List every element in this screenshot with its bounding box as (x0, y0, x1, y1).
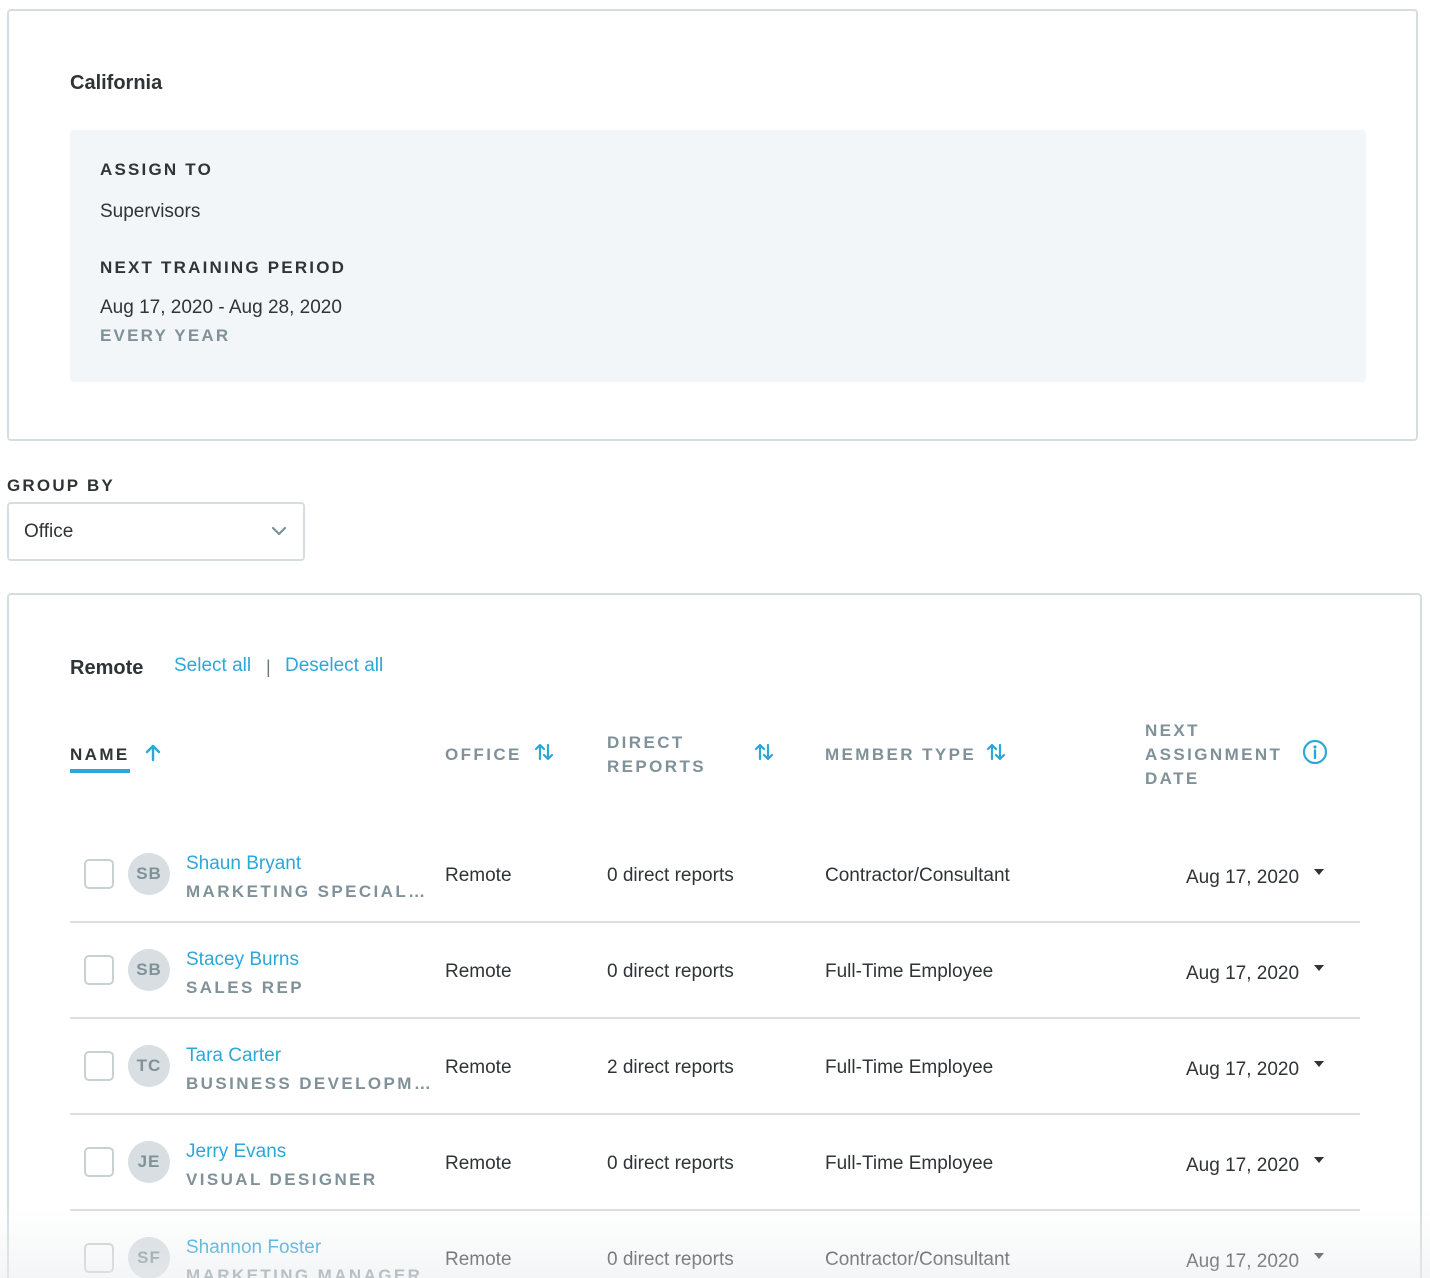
training-period-label: NEXT TRAINING PERIOD (100, 258, 347, 277)
column-header-member-type[interactable]: MEMBER TYPE (825, 743, 976, 767)
column-header-office[interactable]: OFFICE (445, 743, 522, 767)
office-cell: Remote (445, 1057, 512, 1078)
column-header-next-assignment-date: NEXT ASSIGNMENT DATE (1145, 721, 1283, 788)
member-name-link[interactable]: Tara Carter (186, 1045, 281, 1067)
policy-title: California (70, 72, 163, 94)
avatar: SB (128, 949, 170, 991)
link-separator: | (266, 657, 271, 677)
direct-reports-cell: 0 direct reports (607, 1249, 734, 1270)
office-cell: Remote (445, 1249, 512, 1270)
member-type-cell: Full-Time Employee (825, 1057, 994, 1078)
row-checkbox[interactable] (84, 1147, 114, 1177)
caret-down-icon[interactable] (1312, 961, 1326, 975)
table-row: SF Shannon Foster MARKETING MANAGER Remo… (70, 1211, 1360, 1278)
group-by-select[interactable]: Office (7, 502, 305, 561)
member-name-link[interactable]: Jerry Evans (186, 1141, 286, 1163)
select-all-link[interactable]: Select all (174, 655, 251, 677)
office-cell: Remote (445, 1153, 512, 1174)
office-cell: Remote (445, 961, 512, 982)
avatar: JE (128, 1141, 170, 1183)
training-period-value: Aug 17, 2020 - Aug 28, 2020 (100, 297, 342, 318)
member-role: SALES REP (186, 978, 304, 997)
sort-arrows-icon[interactable] (533, 741, 555, 763)
member-type-cell: Full-Time Employee (825, 961, 994, 982)
caret-down-icon[interactable] (1312, 865, 1326, 879)
caret-down-icon[interactable] (1312, 1249, 1326, 1263)
table-row: JE Jerry Evans VISUAL DESIGNER Remote 0 … (70, 1115, 1360, 1211)
member-role: BUSINESS DEVELOPMENT (186, 1074, 431, 1093)
office-cell: Remote (445, 865, 512, 886)
row-checkbox[interactable] (84, 1051, 114, 1081)
avatar: SB (128, 853, 170, 895)
group-by-label: GROUP BY (7, 476, 115, 495)
member-name-link[interactable]: Shaun Bryant (186, 853, 301, 875)
member-name-link[interactable]: Shannon Foster (186, 1237, 321, 1259)
group-by-value: Office (24, 521, 74, 542)
row-checkbox[interactable] (84, 1243, 114, 1273)
direct-reports-cell: 2 direct reports (607, 1057, 734, 1078)
direct-reports-cell: 0 direct reports (607, 961, 734, 982)
assign-to-value: Supervisors (100, 201, 201, 222)
info-circle-icon[interactable] (1302, 739, 1328, 765)
column-header-direct-reports[interactable]: DIRECT REPORTS (607, 731, 737, 779)
member-type-cell: Full-Time Employee (825, 1153, 994, 1174)
assignment-date-dropdown[interactable]: Aug 17, 2020 (1186, 867, 1299, 889)
column-header-name[interactable]: NAME (70, 743, 130, 773)
assignment-date-dropdown[interactable]: Aug 17, 2020 (1186, 1059, 1299, 1081)
assign-to-label: ASSIGN TO (100, 160, 214, 179)
sort-arrows-icon[interactable] (753, 741, 775, 763)
assignment-date-dropdown[interactable]: Aug 17, 2020 (1186, 1155, 1299, 1177)
row-checkbox[interactable] (84, 955, 114, 985)
member-type-cell: Contractor/Consultant (825, 1249, 1010, 1270)
row-checkbox[interactable] (84, 859, 114, 889)
table-row: SB Shaun Bryant MARKETING SPECIALIST Rem… (70, 827, 1360, 923)
avatar: SF (128, 1237, 170, 1278)
member-role: VISUAL DESIGNER (186, 1170, 378, 1189)
deselect-all-link[interactable]: Deselect all (285, 655, 383, 677)
table-row: SB Stacey Burns SALES REP Remote 0 direc… (70, 923, 1360, 1019)
caret-down-icon[interactable] (1312, 1153, 1326, 1167)
policy-card: California ASSIGN TO Supervisors NEXT TR… (7, 9, 1418, 441)
assignment-date-dropdown[interactable]: Aug 17, 2020 (1186, 963, 1299, 985)
member-name-link[interactable]: Stacey Burns (186, 949, 299, 971)
direct-reports-cell: 0 direct reports (607, 865, 734, 886)
member-role: MARKETING MANAGER (186, 1266, 423, 1278)
member-type-cell: Contractor/Consultant (825, 865, 1010, 886)
members-table-card: Remote Select all | Deselect all NAME OF… (7, 593, 1422, 1278)
caret-down-icon[interactable] (1312, 1057, 1326, 1071)
arrow-up-icon[interactable] (142, 742, 164, 764)
member-role: MARKETING SPECIALIST (186, 882, 431, 901)
chevron-down-icon (271, 526, 287, 536)
avatar: TC (128, 1045, 170, 1087)
sort-arrows-icon[interactable] (985, 741, 1007, 763)
recurrence-label: EVERY YEAR (100, 326, 231, 345)
table-row: TC Tara Carter BUSINESS DEVELOPMENT Remo… (70, 1019, 1360, 1115)
assignment-date-dropdown[interactable]: Aug 17, 2020 (1186, 1251, 1299, 1273)
direct-reports-cell: 0 direct reports (607, 1153, 734, 1174)
group-title: Remote (70, 657, 144, 679)
policy-details: ASSIGN TO Supervisors NEXT TRAINING PERI… (70, 130, 1366, 382)
